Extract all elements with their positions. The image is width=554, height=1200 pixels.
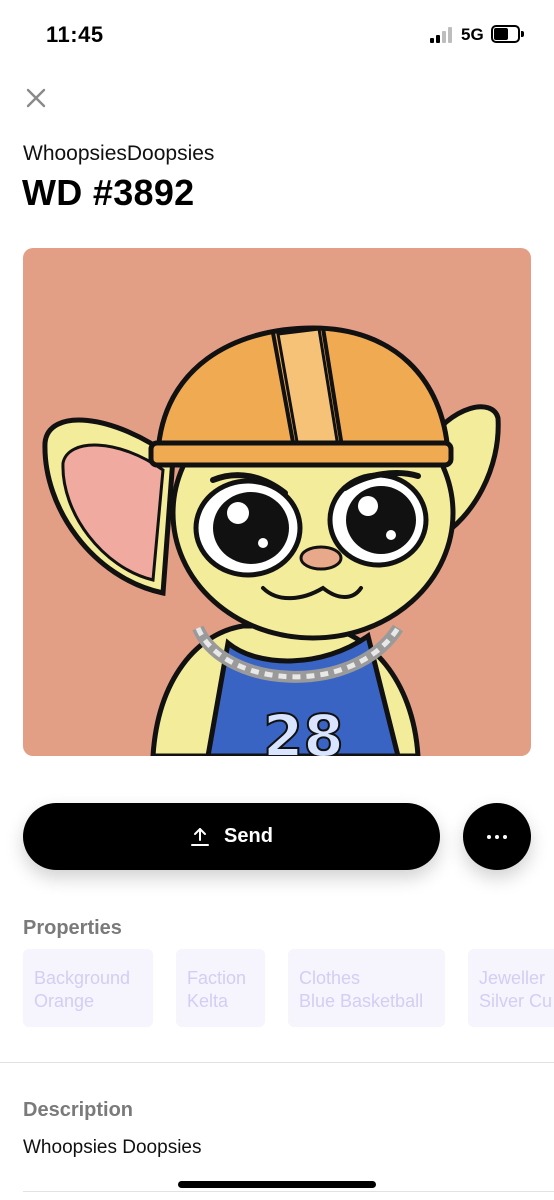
status-time: 11:45 — [46, 22, 104, 47]
jersey-number: 28 — [263, 702, 344, 756]
property-key: Faction — [187, 968, 247, 988]
property-key: Clothes — [299, 968, 361, 988]
property-chip-faction[interactable]: Faction Kelta — [176, 949, 265, 1027]
send-button[interactable]: Send — [23, 803, 440, 870]
battery-icon — [491, 25, 524, 43]
property-key: Jeweller — [479, 968, 546, 988]
property-value: Silver Cu — [479, 991, 553, 1011]
ellipsis-icon — [487, 834, 491, 839]
network-type: 5G — [461, 25, 484, 44]
section-divider — [0, 1062, 554, 1063]
description-text: Whoopsies Doopsies — [23, 1137, 202, 1158]
send-label: Send — [224, 825, 273, 847]
close-button[interactable] — [22, 84, 50, 112]
property-key: Background — [34, 968, 131, 988]
close-icon — [26, 88, 46, 108]
description-heading: Description — [23, 1099, 134, 1121]
properties-list[interactable]: Background Orange Faction Kelta Clothes … — [23, 949, 554, 1027]
status-bar: 11:45 5G — [0, 0, 554, 70]
token-title: WD #3892 — [22, 172, 195, 213]
property-chip-clothes[interactable]: Clothes Blue Basketball — [288, 949, 445, 1027]
collection-name[interactable]: WhoopsiesDoopsies — [23, 142, 214, 166]
nft-image[interactable]: 28 — [23, 248, 531, 756]
properties-heading: Properties — [23, 917, 122, 939]
property-value: Blue Basketball — [299, 991, 424, 1011]
property-value: Orange — [34, 991, 95, 1011]
home-indicator[interactable] — [178, 1181, 376, 1188]
section-divider — [23, 1191, 554, 1192]
cellular-signal-icon — [430, 27, 454, 43]
property-value: Kelta — [187, 991, 229, 1011]
more-options-button[interactable] — [463, 803, 531, 870]
property-chip-background[interactable]: Background Orange — [23, 949, 153, 1027]
property-chip-jeweller[interactable]: Jeweller Silver Cu — [468, 949, 554, 1027]
upload-arrow-icon — [191, 827, 210, 846]
